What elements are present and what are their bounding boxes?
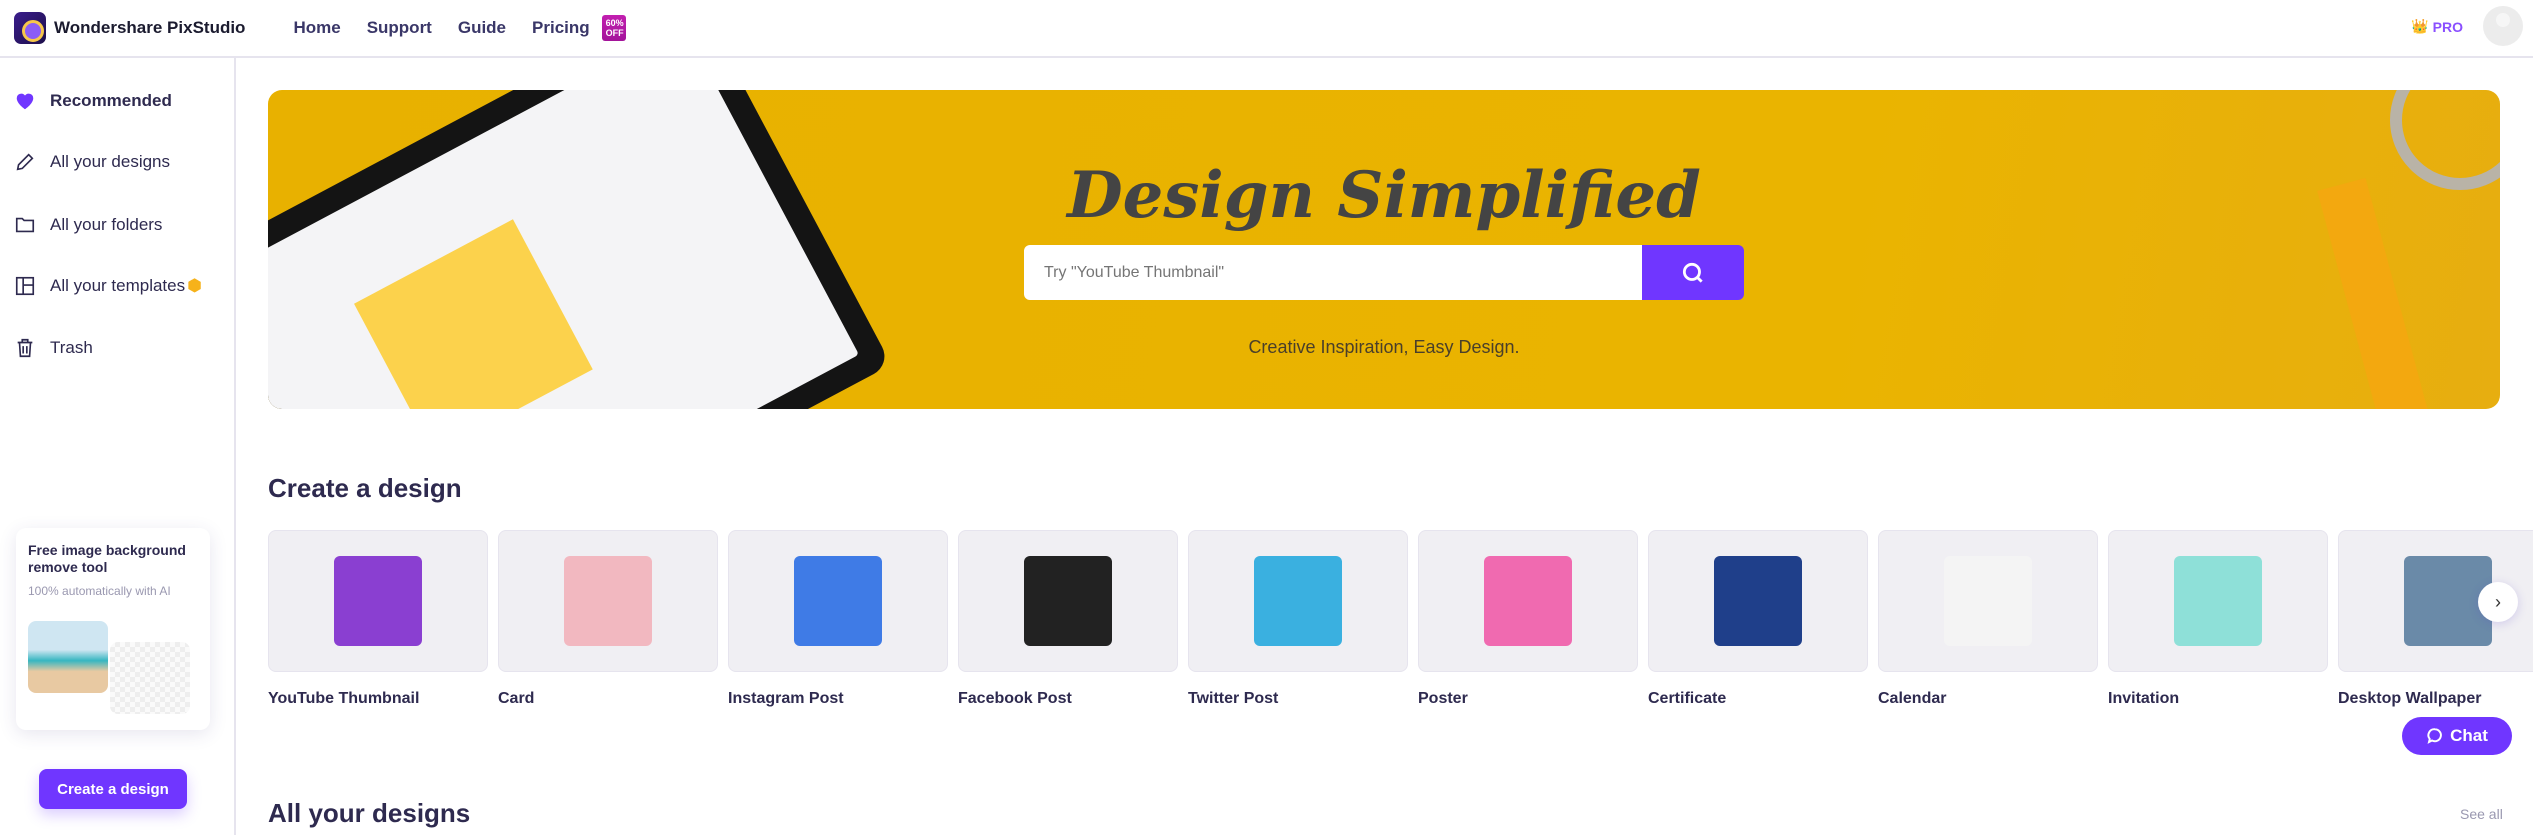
sidebar-item-trash[interactable]: Trash xyxy=(14,337,93,359)
crown-icon: 👑 xyxy=(2411,18,2429,34)
design-type-label: Poster xyxy=(1418,690,1468,707)
search-button[interactable] xyxy=(1642,245,1744,300)
bg-remover-promo-card[interactable]: Free image background remove tool 100% a… xyxy=(16,528,210,730)
create-design-heading: Create a design xyxy=(268,473,462,503)
hero-tablet-image xyxy=(268,90,892,409)
nav-support[interactable]: Support xyxy=(367,18,432,38)
trash-icon xyxy=(17,338,33,358)
design-type-thumbnail xyxy=(728,530,948,672)
design-type-label: Certificate xyxy=(1648,690,1727,707)
design-type-label: Twitter Post xyxy=(1188,690,1279,707)
design-type-card[interactable]: Poster xyxy=(1418,530,1638,708)
design-type-thumbnail xyxy=(2108,530,2328,672)
promo-after-image xyxy=(110,642,190,714)
sidebar: Recommended All your designs All your fo… xyxy=(0,58,236,835)
promo-before-image xyxy=(28,621,108,693)
sidebar-item-label: All your designs xyxy=(50,152,171,171)
design-type-label: Facebook Post xyxy=(958,690,1072,707)
nav-guide[interactable]: Guide xyxy=(458,18,506,38)
chat-button[interactable]: Chat xyxy=(2402,717,2512,755)
design-type-card[interactable]: Facebook Post xyxy=(958,530,1178,708)
pro-button[interactable]: 👑 PRO xyxy=(2411,18,2463,35)
top-header: Wondershare PixStudio Home Support Guide… xyxy=(0,0,2533,58)
search-icon xyxy=(1682,262,1703,283)
design-type-card[interactable]: Twitter Post xyxy=(1188,530,1408,708)
pixstudio-logo[interactable] xyxy=(14,12,46,44)
design-type-label: Instagram Post xyxy=(728,690,844,707)
hero-tagline: Creative Inspiration, Easy Design. xyxy=(1248,337,1520,357)
create-design-button[interactable]: Create a design xyxy=(39,769,187,809)
premium-icon: ⬢ xyxy=(187,276,202,295)
design-type-card[interactable]: Certificate xyxy=(1648,530,1868,708)
design-type-label: Invitation xyxy=(2108,690,2180,707)
design-type-card[interactable]: Calendar xyxy=(1878,530,2098,708)
sidebar-item-recommended[interactable]: Recommended xyxy=(14,90,172,112)
design-type-carousel: YouTube Thumbnail Card Instagram Post Faceb… xyxy=(268,530,2533,708)
design-type-card[interactable]: YouTube Thumbnail xyxy=(268,530,488,708)
design-type-thumbnail xyxy=(958,530,1178,672)
folder-icon xyxy=(15,217,35,233)
design-type-card[interactable]: Invitation xyxy=(2108,530,2328,708)
design-type-card[interactable]: Card xyxy=(498,530,718,708)
design-type-thumbnail xyxy=(1418,530,1638,672)
see-all-link[interactable]: See all xyxy=(2460,806,2503,822)
nav-pricing[interactable]: Pricing xyxy=(532,18,590,38)
chevron-right-icon: › xyxy=(2495,591,2501,612)
template-search xyxy=(1024,245,1744,300)
promo-title: Free image background remove tool xyxy=(28,542,186,575)
chat-bubble-icon xyxy=(2427,728,2442,744)
sidebar-item-label: Trash xyxy=(50,338,93,357)
sidebar-item-label: All your folders xyxy=(50,215,163,234)
sidebar-item-all-designs[interactable]: All your designs xyxy=(14,151,170,173)
sidebar-item-all-folders[interactable]: All your folders xyxy=(14,214,162,236)
search-input[interactable] xyxy=(1024,245,1642,300)
design-type-label: Calendar xyxy=(1878,690,1947,707)
design-type-label: YouTube Thumbnail xyxy=(268,690,420,707)
heart-icon xyxy=(16,93,34,110)
all-designs-heading: All your designs xyxy=(268,798,471,828)
promo-subtitle: 100% automatically with AI xyxy=(28,584,171,598)
pro-label: PRO xyxy=(2432,18,2463,35)
sidebar-item-label: All your templates xyxy=(50,276,186,295)
design-type-label: Desktop Wallpaper xyxy=(2338,690,2482,707)
hero-banner: Design Simplified Creative Inspiration, … xyxy=(268,90,2500,409)
main-nav: Home Support Guide Pricing 60% OFF xyxy=(293,15,626,41)
chat-label: Chat xyxy=(2450,726,2488,745)
design-type-thumbnail xyxy=(268,530,488,672)
brand-name[interactable]: Wondershare PixStudio xyxy=(54,18,245,38)
sidebar-item-all-templates[interactable]: All your templates ⬢ xyxy=(14,275,202,297)
design-type-thumbnail xyxy=(498,530,718,672)
design-type-card[interactable]: Instagram Post xyxy=(728,530,948,708)
pencil-icon xyxy=(16,153,34,171)
layout-icon xyxy=(15,276,35,296)
design-type-thumbnail xyxy=(1648,530,1868,672)
hero-title: Design Simplified xyxy=(1067,158,1701,233)
discount-badge: 60% OFF xyxy=(601,15,626,41)
avatar[interactable] xyxy=(2483,6,2523,46)
design-type-thumbnail xyxy=(1878,530,2098,672)
nav-home[interactable]: Home xyxy=(293,18,340,38)
carousel-next-button[interactable]: › xyxy=(2478,582,2518,622)
sidebar-item-label: Recommended xyxy=(50,91,172,110)
design-type-label: Card xyxy=(498,690,535,707)
design-type-thumbnail xyxy=(1188,530,1408,672)
